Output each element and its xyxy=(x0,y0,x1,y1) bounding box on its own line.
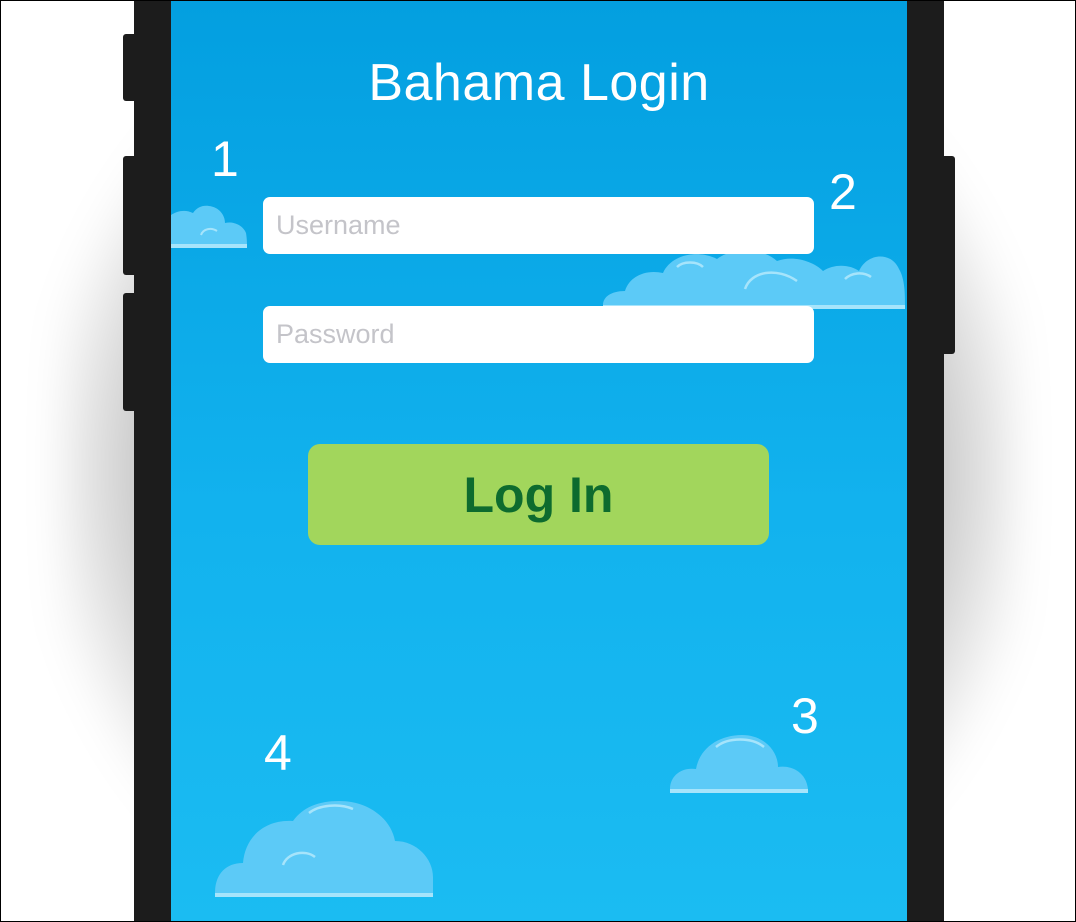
volume-down-button xyxy=(123,293,137,411)
cloud-icon xyxy=(670,735,808,793)
cloud-number-label: 4 xyxy=(264,725,292,781)
power-button xyxy=(941,156,955,354)
login-button[interactable]: Log In xyxy=(308,444,769,545)
cloud-icon xyxy=(215,801,433,897)
screenshot-frame: Bahama Login Log In 1 2 3 4 xyxy=(0,0,1076,922)
password-field[interactable] xyxy=(263,306,814,363)
page-title: Bahama Login xyxy=(368,54,710,112)
cloud-icon xyxy=(171,205,247,248)
cloud-number-label: 3 xyxy=(791,688,819,744)
volume-up-button xyxy=(123,156,137,275)
mute-switch xyxy=(123,34,137,101)
app-screen: Bahama Login Log In 1 2 3 4 xyxy=(171,1,907,921)
cloud-number-label: 2 xyxy=(829,164,857,220)
cloud-number-label: 1 xyxy=(211,131,239,187)
username-field[interactable] xyxy=(263,197,814,254)
